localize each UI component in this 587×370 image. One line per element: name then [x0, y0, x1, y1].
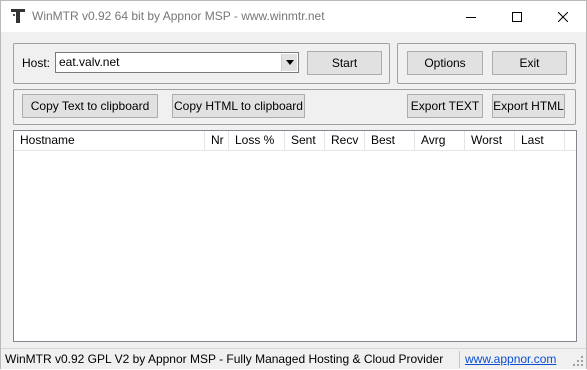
resize-grip-icon[interactable] — [572, 355, 584, 367]
column-worst[interactable]: Worst — [465, 131, 515, 150]
dropdown-arrow-icon[interactable] — [281, 54, 297, 71]
minimize-icon — [466, 12, 476, 22]
window-title: WinMTR v0.92 64 bit by Appnor MSP - www.… — [32, 9, 325, 23]
close-icon — [558, 11, 568, 22]
close-button[interactable] — [540, 1, 586, 32]
host-combobox[interactable]: eat.valv.net — [55, 52, 299, 73]
maximize-icon — [512, 11, 522, 22]
status-text: WinMTR v0.92 GPL V2 by Appnor MSP - Full… — [5, 352, 444, 366]
column-best[interactable]: Best — [365, 131, 415, 150]
winmtr-app-icon — [10, 8, 26, 24]
column-sent[interactable]: Sent — [285, 131, 325, 150]
winmtr-window: WinMTR v0.92 64 bit by Appnor MSP - www.… — [0, 0, 587, 369]
appnor-link[interactable]: www.appnor.com — [465, 352, 556, 366]
column-hostname[interactable]: Hostname — [14, 131, 205, 150]
status-bar: WinMTR v0.92 GPL V2 by Appnor MSP - Full… — [1, 348, 586, 369]
column-avrg[interactable]: Avrg — [415, 131, 465, 150]
maximize-button[interactable] — [494, 1, 540, 32]
listview-header: Hostname Nr Loss % Sent Recv Best Avrg W… — [14, 131, 576, 151]
column-nr[interactable]: Nr — [205, 131, 229, 150]
column-recv[interactable]: Recv — [325, 131, 365, 150]
start-button[interactable]: Start — [307, 51, 382, 75]
copy-text-button[interactable]: Copy Text to clipboard — [22, 94, 158, 118]
column-last[interactable]: Last — [515, 131, 565, 150]
export-text-button[interactable]: Export TEXT — [407, 94, 483, 118]
status-separator — [459, 351, 460, 368]
column-loss[interactable]: Loss % — [229, 131, 285, 150]
copy-html-button[interactable]: Copy HTML to clipboard — [172, 94, 305, 118]
host-input[interactable]: eat.valv.net — [59, 55, 119, 69]
exit-button[interactable]: Exit — [492, 51, 567, 75]
results-listview[interactable]: Hostname Nr Loss % Sent Recv Best Avrg W… — [13, 130, 577, 342]
host-label: Host: — [22, 56, 51, 70]
options-button[interactable]: Options — [407, 51, 483, 75]
title-bar[interactable]: WinMTR v0.92 64 bit by Appnor MSP - www.… — [1, 1, 586, 32]
minimize-button[interactable] — [448, 1, 494, 32]
export-html-button[interactable]: Export HTML — [492, 94, 565, 118]
